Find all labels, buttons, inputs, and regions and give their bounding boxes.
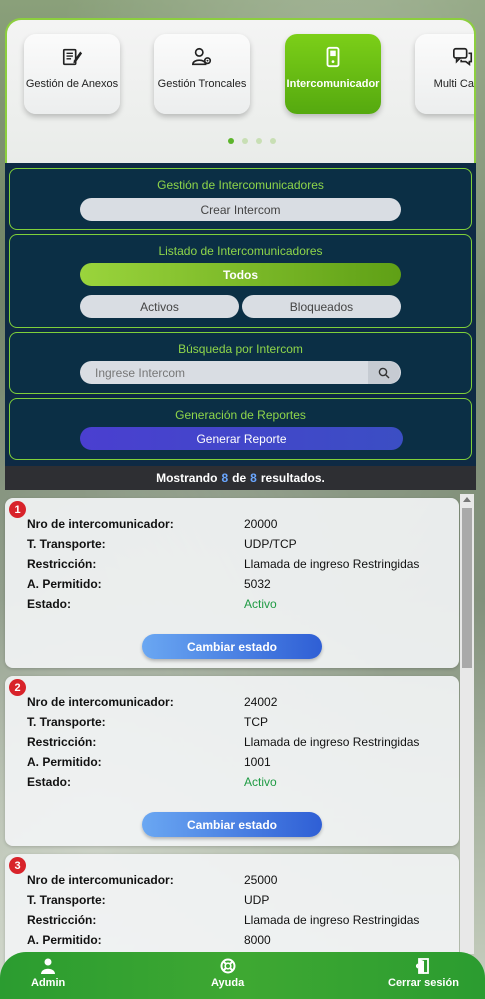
section-title: Listado de Intercomunicadores	[158, 244, 323, 258]
tile-label: Multi Call Ri	[433, 78, 474, 90]
nav-admin[interactable]: Admin	[31, 958, 65, 989]
create-intercom-button[interactable]: Crear Intercom	[80, 198, 401, 221]
transport-label: T. Transporte:	[27, 893, 106, 907]
restriction-label: Restricción:	[27, 735, 97, 749]
results-prefix: Mostrando	[156, 471, 218, 485]
search-input[interactable]	[80, 365, 368, 380]
restriction-label: Restricción:	[27, 557, 97, 571]
bottom-navigation: Admin Ayuda Cerrar sesión	[0, 952, 485, 999]
allowed-value: 1001	[244, 755, 271, 769]
results-summary: Mostrando 8 de 8 resultados.	[5, 466, 476, 490]
results-shown: 8	[221, 471, 229, 485]
search-icon	[378, 367, 390, 378]
nav-logout-label: Cerrar sesión	[388, 977, 459, 989]
tile-gestion-troncales[interactable]: Gestión Troncales	[154, 34, 250, 114]
user-icon	[41, 958, 56, 974]
restriction-value: Llamada de ingreso Restringidas	[244, 735, 420, 749]
tile-multi-call[interactable]: Multi Call Ri	[415, 34, 474, 114]
search-box	[80, 361, 401, 384]
restriction-value: Llamada de ingreso Restringidas	[244, 913, 420, 927]
number-label: Nro de intercomunicador:	[27, 517, 174, 531]
number-value: 25000	[244, 873, 278, 887]
number-label: Nro de intercomunicador:	[27, 873, 174, 887]
nav-admin-label: Admin	[31, 977, 66, 989]
door-exit-icon	[416, 958, 430, 974]
transport-value: TCP	[244, 715, 268, 729]
search-button[interactable]	[368, 361, 400, 384]
control-panel: Gestión de Intercomunicadores Crear Inte…	[5, 163, 476, 490]
results-suffix: resultados.	[260, 471, 325, 485]
restriction-value: Llamada de ingreso Restringidas	[244, 557, 420, 571]
change-status-button[interactable]: Cambiar estado	[142, 634, 322, 659]
section-busqueda: Búsqueda por Intercom	[9, 332, 472, 394]
results-total: 8	[250, 471, 257, 485]
carousel-dot[interactable]	[270, 138, 276, 144]
record-index-badge: 1	[9, 501, 26, 518]
section-title: Generación de Reportes	[175, 408, 306, 422]
transport-label: T. Transporte:	[27, 715, 106, 729]
nav-help[interactable]: Ayuda	[211, 958, 244, 989]
record-index-badge: 3	[9, 857, 26, 874]
carousel-pagination	[228, 138, 276, 144]
tile-gestion-anexos[interactable]: Gestión de Anexos	[24, 34, 120, 114]
number-value: 20000	[244, 517, 278, 531]
carousel-dot[interactable]	[242, 138, 248, 144]
nav-logout[interactable]: Cerrar sesión	[388, 958, 459, 989]
transport-label: T. Transporte:	[27, 537, 106, 551]
filter-all-button[interactable]: Todos	[80, 263, 401, 286]
transport-value: UDP/TCP	[244, 537, 297, 551]
allowed-label: A. Permitido:	[27, 933, 102, 947]
change-status-button[interactable]: Cambiar estado	[142, 812, 322, 837]
records-list: 1 Nro de intercomunicador: 20000 T. Trans…	[0, 490, 485, 999]
allowed-value: 5032	[244, 577, 271, 591]
section-reportes: Generación de Reportes Generar Reporte	[9, 398, 472, 460]
carousel-dot[interactable]	[256, 138, 262, 144]
allowed-label: A. Permitido:	[27, 577, 102, 591]
transport-value: UDP	[244, 893, 270, 907]
section-title: Gestión de Intercomunicadores	[157, 178, 324, 192]
nav-help-label: Ayuda	[211, 977, 245, 989]
filter-active-button[interactable]: Activos	[80, 295, 239, 318]
generate-report-button[interactable]: Generar Reporte	[80, 427, 403, 450]
status-value: Activo	[244, 775, 277, 789]
status-label: Estado:	[27, 597, 72, 611]
status-value: Activo	[244, 597, 277, 611]
list-scrollbar[interactable]	[460, 494, 474, 954]
section-listado: Listado de Intercomunicadores Todos Acti…	[9, 234, 472, 328]
intercom-device-icon	[326, 46, 340, 68]
tile-label: Gestión de Anexos	[25, 78, 119, 90]
tile-label: Gestión Troncales	[157, 78, 247, 90]
restriction-label: Restricción:	[27, 913, 97, 927]
allowed-label: A. Permitido:	[27, 755, 102, 769]
tile-intercomunicador[interactable]: Intercomunicador	[285, 34, 381, 114]
filter-blocked-button[interactable]: Bloqueados	[242, 295, 401, 318]
lifebuoy-icon	[220, 958, 236, 974]
chat-bubbles-icon	[453, 47, 473, 66]
module-carousel: Gestión de Anexos Gestión Troncales Inte…	[5, 18, 476, 163]
number-value: 24002	[244, 695, 278, 709]
scrollbar-thumb[interactable]	[462, 508, 472, 668]
record-index-badge: 2	[9, 679, 26, 696]
status-label: Estado:	[27, 775, 72, 789]
tile-label: Intercomunicador	[286, 78, 380, 90]
results-of: de	[232, 471, 247, 485]
carousel-dot[interactable]	[228, 138, 234, 144]
record-card: 1 Nro de intercomunicador: 20000 T. Trans…	[5, 498, 459, 668]
number-label: Nro de intercomunicador:	[27, 695, 174, 709]
document-edit-icon	[62, 48, 83, 66]
section-gestion: Gestión de Intercomunicadores Crear Inte…	[9, 168, 472, 230]
allowed-value: 8000	[244, 933, 271, 947]
user-settings-icon	[192, 47, 212, 66]
section-title: Búsqueda por Intercom	[178, 342, 303, 356]
scroll-up-arrow-icon[interactable]	[463, 497, 471, 502]
record-card: 2 Nro de intercomunicador: 24002 T. Trans…	[5, 676, 459, 846]
